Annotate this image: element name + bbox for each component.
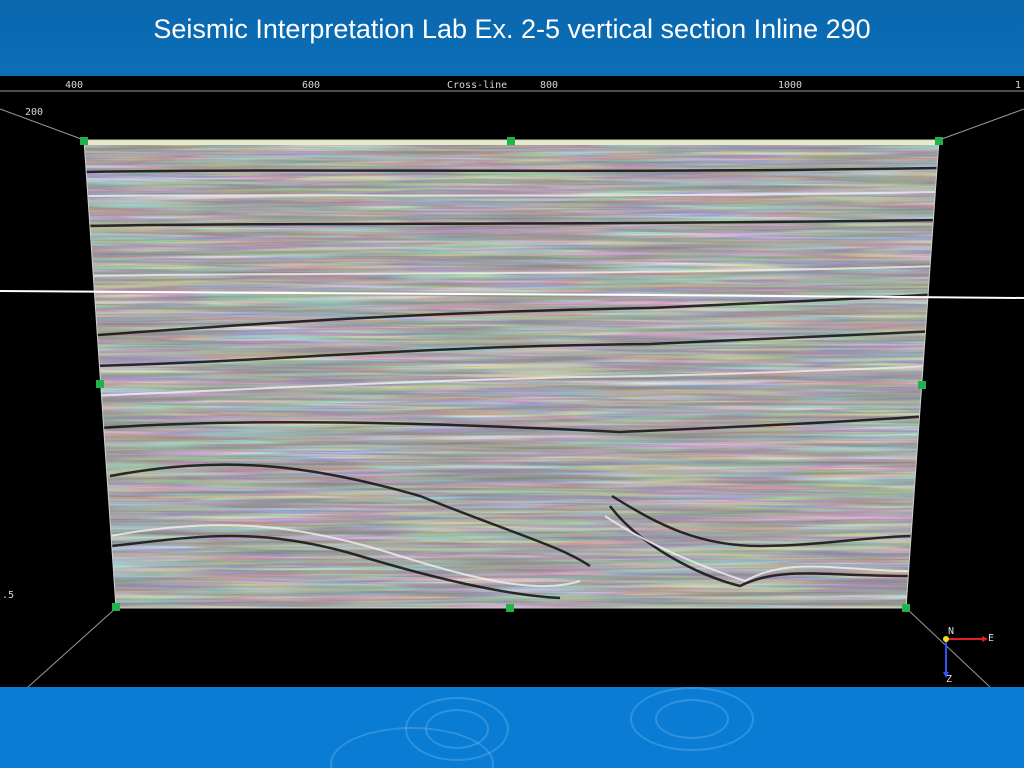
edge-handle-bottom-middle[interactable] [506, 604, 514, 612]
edge-handle-top-middle[interactable] [507, 137, 515, 145]
compass-east-label: E [988, 633, 995, 644]
corner-handle-bottom-left[interactable] [112, 603, 120, 611]
edge-handle-right-middle[interactable] [918, 381, 926, 389]
compass-down-label: Z [946, 674, 953, 685]
tick-label-600: 600 [302, 80, 321, 91]
axis-title-cross-line: Cross-line [447, 80, 508, 91]
orientation-compass: N E Z [930, 624, 1000, 685]
tick-label-1: 1 [1015, 80, 1022, 91]
slide-title-bar: Seismic Interpretation Lab Ex. 2-5 verti… [0, 0, 1024, 76]
ripple-decoration [655, 699, 729, 739]
seismic-section-image[interactable] [60, 136, 960, 616]
tick-label-depth: .5 [2, 590, 15, 601]
corner-handle-top-right[interactable] [935, 137, 943, 145]
tick-label-200: 200 [25, 107, 44, 118]
edge-handle-left-middle[interactable] [96, 380, 104, 388]
tick-label-400: 400 [65, 80, 84, 91]
corner-handle-bottom-right[interactable] [902, 604, 910, 612]
corner-handle-top-left[interactable] [80, 137, 88, 145]
slide-footer-background [0, 687, 1024, 768]
compass-north-label: N [948, 626, 955, 637]
seismic-viewport[interactable] [0, 76, 1024, 687]
slide-title: Seismic Interpretation Lab Ex. 2-5 verti… [153, 14, 871, 44]
tick-label-800: 800 [540, 80, 559, 91]
seismic-3d-viewer[interactable]: 400 600 Cross-line 800 1000 1 200 .5 N E… [0, 76, 1024, 687]
tick-label-1000: 1000 [778, 80, 803, 91]
